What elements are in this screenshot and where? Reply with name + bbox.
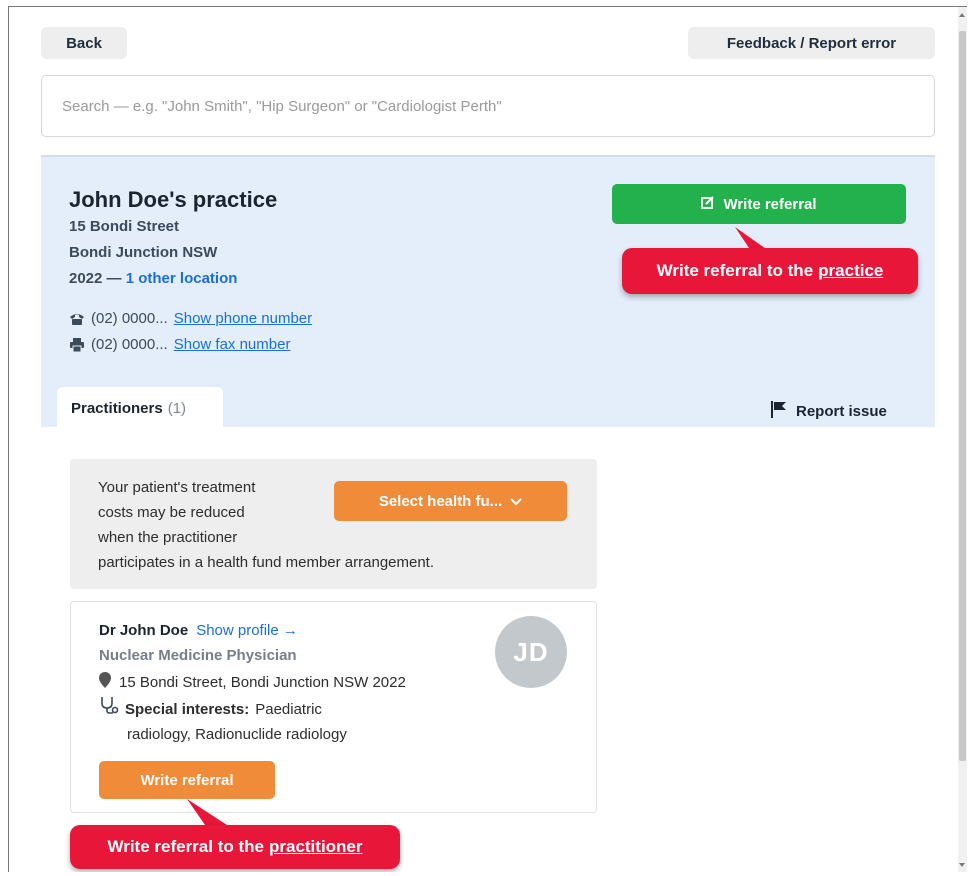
tab-practitioners-label: Practitioners bbox=[71, 399, 163, 417]
avatar-initials: JD bbox=[513, 636, 549, 667]
write-referral-practice-button[interactable]: Write referral bbox=[612, 184, 906, 224]
phone-row: (02) 0000... Show phone number bbox=[69, 310, 312, 327]
practice-street: 15 Bondi Street bbox=[69, 218, 180, 235]
report-issue-button[interactable]: Report issue bbox=[770, 400, 887, 422]
practitioner-address: 15 Bondi Street, Bondi Junction NSW 2022 bbox=[119, 673, 406, 691]
edit-icon bbox=[701, 195, 715, 213]
report-issue-label: Report issue bbox=[796, 402, 887, 420]
fax-partial: (02) 0000... bbox=[91, 336, 168, 353]
practitioner-name: Dr John Doe bbox=[99, 622, 189, 639]
scroll-up-icon[interactable] bbox=[959, 13, 965, 17]
callout-practice: Write referral to the practice bbox=[622, 248, 918, 294]
app-window: Back Feedback / Report error Search — e.… bbox=[8, 6, 967, 872]
health-fund-line: when the practitioner bbox=[98, 529, 238, 546]
printer-icon bbox=[69, 337, 85, 352]
vertical-scrollbar[interactable] bbox=[958, 7, 967, 872]
feedback-button-label: Feedback / Report error bbox=[726, 34, 897, 52]
write-referral-practice-label: Write referral bbox=[723, 195, 817, 213]
callout-practitioner-prefix: Write referral to the bbox=[107, 837, 264, 856]
interests-label: Special interests: bbox=[125, 700, 250, 718]
phone-partial: (02) 0000... bbox=[91, 310, 168, 327]
other-location-link[interactable]: 1 other location bbox=[126, 270, 238, 287]
chevron-down-icon bbox=[510, 493, 522, 510]
practice-suburb: Bondi Junction NSW bbox=[69, 244, 218, 261]
health-fund-select[interactable]: Select health fu... bbox=[334, 481, 567, 521]
avatar: JD bbox=[495, 616, 567, 688]
health-fund-box: Your patient's treatment costs may be re… bbox=[70, 459, 597, 589]
show-profile-link[interactable]: Show profile → bbox=[196, 622, 298, 639]
feedback-button[interactable]: Feedback / Report error bbox=[688, 27, 935, 59]
health-fund-line: participates in a health fund member arr… bbox=[98, 554, 435, 571]
stethoscope-icon bbox=[99, 696, 119, 722]
interests-value-2: radiology, Radionuclide radiology bbox=[127, 726, 347, 743]
practitioner-card: Dr John Doe Show profile → Nuclear Medic… bbox=[70, 601, 597, 813]
health-fund-select-label: Select health fu... bbox=[378, 492, 503, 510]
phone-icon bbox=[69, 312, 85, 326]
search-placeholder: Search — e.g. "John Smith", "Hip Surgeon… bbox=[62, 97, 502, 115]
practitioner-interests: Special interests: Paediatric radiology,… bbox=[99, 696, 479, 747]
practice-postcode-row: 2022 — 1 other location bbox=[69, 270, 237, 287]
practitioner-location: 15 Bondi Street, Bondi Junction NSW 2022 bbox=[99, 672, 406, 692]
scroll-down-icon[interactable] bbox=[959, 863, 965, 867]
practitioner-name-row: Dr John Doe Show profile → bbox=[99, 622, 298, 639]
interests-value-1: Paediatric bbox=[255, 700, 322, 718]
show-phone-link[interactable]: Show phone number bbox=[174, 310, 312, 327]
back-button[interactable]: Back bbox=[41, 27, 127, 59]
write-referral-practitioner-label: Write referral bbox=[140, 771, 234, 789]
search-input[interactable]: Search — e.g. "John Smith", "Hip Surgeon… bbox=[41, 75, 935, 137]
tab-practitioners[interactable]: Practitioners (1) bbox=[57, 387, 223, 429]
flag-icon bbox=[770, 400, 788, 422]
write-referral-practitioner-button[interactable]: Write referral bbox=[99, 761, 275, 799]
tab-practitioners-count: (1) bbox=[167, 399, 187, 417]
callout-practitioner: Write referral to the practitioner bbox=[70, 825, 400, 869]
scrollbar-thumb[interactable] bbox=[959, 31, 966, 761]
postcode-separator: — bbox=[102, 270, 126, 287]
practice-name: John Doe's practice bbox=[69, 187, 278, 212]
callout-practice-prefix: Write referral to the bbox=[656, 261, 814, 280]
fax-row: (02) 0000... Show fax number bbox=[69, 336, 290, 353]
callout-practice-target: practice bbox=[818, 261, 884, 280]
callout-practitioner-target: practitioner bbox=[268, 837, 363, 856]
map-pin-icon bbox=[99, 672, 111, 692]
back-button-label: Back bbox=[66, 34, 102, 52]
practitioner-specialty: Nuclear Medicine Physician bbox=[99, 647, 297, 664]
practice-postcode: 2022 bbox=[69, 270, 103, 287]
show-fax-link[interactable]: Show fax number bbox=[174, 336, 291, 353]
